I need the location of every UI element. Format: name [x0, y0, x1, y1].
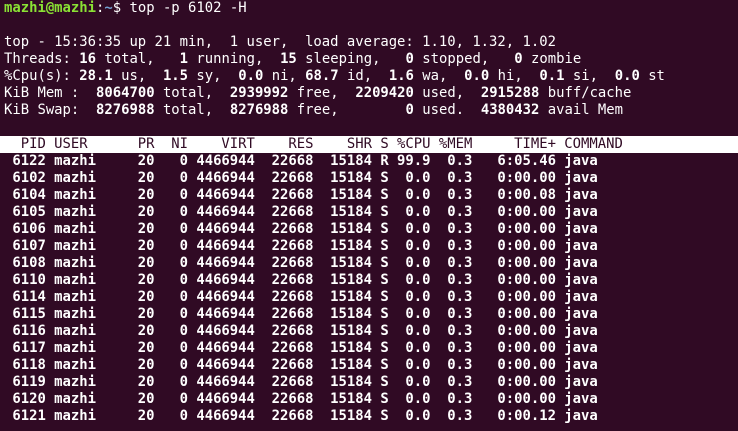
table-row[interactable]: 6118 mazhi 20 0 4466944 22668 15184 S 0.…	[4, 357, 734, 374]
table-row[interactable]: 6120 mazhi 20 0 4466944 22668 15184 S 0.…	[4, 391, 734, 408]
threads-zombie-label: zombie	[531, 51, 582, 67]
cpu-label: %Cpu(s):	[4, 68, 71, 84]
swap-avail: 4380432	[480, 102, 540, 118]
mem-total-label: total,	[162, 85, 214, 101]
table-row[interactable]: 6105 mazhi 20 0 4466944 22668 15184 S 0.…	[4, 204, 734, 221]
shell-prompt-line: mazhi@mazhi:~$ top -p 6102 -H	[4, 0, 734, 17]
uptime-load-line: top - 15:36:35 up 21 min, 1 user, load a…	[4, 34, 556, 50]
mem-total: 8064700	[96, 85, 155, 101]
thread-table-body: 6122 mazhi 20 0 4466944 22668 15184 R 99…	[4, 153, 734, 425]
swap-free-label: free,	[296, 102, 339, 118]
swap-total: 8276988	[96, 102, 155, 118]
cpu-st: 0.0	[614, 68, 640, 84]
prompt-path: ~	[104, 0, 113, 16]
cpu-us-label: us,	[121, 68, 147, 84]
threads-stopped-label: stopped,	[422, 51, 490, 67]
threads-zombie: 0	[514, 51, 523, 67]
swap-summary-line: KiB Swap: 8276988 total, 8276988 free, 0…	[4, 102, 734, 119]
cpu-ni-label: ni,	[271, 68, 297, 84]
mem-buff-label: buff/cache	[547, 85, 632, 101]
threads-label: Threads:	[4, 51, 71, 67]
cpu-hi: 0.0	[464, 68, 490, 84]
cpu-si: 0.1	[539, 68, 565, 84]
threads-total-label: total,	[104, 51, 155, 67]
cpu-id: 68.7	[305, 68, 339, 84]
prompt-user-host: mazhi@mazhi	[4, 0, 96, 16]
swap-avail-label: avail Mem	[547, 102, 624, 118]
table-row[interactable]: 6121 mazhi 20 0 4466944 22668 15184 S 0.…	[4, 408, 734, 425]
swap-free: 8276988	[229, 102, 289, 118]
cpu-ni: 0.0	[238, 68, 264, 84]
prompt-dollar: $	[112, 0, 122, 16]
swap-used-label: used.	[422, 102, 465, 118]
mem-buff: 2915288	[480, 85, 540, 101]
terminal-window[interactable]: mazhi@mazhi:~$ top -p 6102 -H top - 15:3…	[0, 0, 738, 431]
threads-sleeping: 15	[280, 51, 297, 67]
threads-stopped: 0	[405, 51, 414, 67]
cpu-summary-line: %Cpu(s): 28.1 us, 1.5 sy, 0.0 ni, 68.7 i…	[4, 68, 734, 85]
threads-running-label: running,	[196, 51, 264, 67]
threads-running: 1	[179, 51, 189, 67]
table-row[interactable]: 6115 mazhi 20 0 4466944 22668 15184 S 0.…	[4, 306, 734, 323]
cpu-sy: 1.5	[162, 68, 189, 84]
swap-total-label: total,	[162, 102, 214, 118]
mem-free-label: free,	[296, 85, 339, 101]
mem-summary-line: KiB Mem : 8064700 total, 2939992 free, 2…	[4, 85, 734, 102]
table-row[interactable]: 6108 mazhi 20 0 4466944 22668 15184 S 0.…	[4, 255, 734, 272]
table-row[interactable]: 6122 mazhi 20 0 4466944 22668 15184 R 99…	[4, 153, 734, 170]
table-row[interactable]: 6107 mazhi 20 0 4466944 22668 15184 S 0.…	[4, 238, 734, 255]
threads-sleeping-label: sleeping,	[305, 51, 381, 67]
mem-label: KiB Mem :	[4, 85, 80, 101]
mem-used: 2209420	[355, 85, 414, 101]
swap-label: KiB Swap:	[4, 102, 80, 118]
table-row[interactable]: 6119 mazhi 20 0 4466944 22668 15184 S 0.…	[4, 374, 734, 391]
table-row[interactable]: 6104 mazhi 20 0 4466944 22668 15184 S 0.…	[4, 187, 734, 204]
table-row[interactable]: 6114 mazhi 20 0 4466944 22668 15184 S 0.…	[4, 289, 734, 306]
table-row[interactable]: 6102 mazhi 20 0 4466944 22668 15184 S 0.…	[4, 170, 734, 187]
cpu-us: 28.1	[79, 68, 113, 84]
cpu-id-label: id,	[347, 68, 373, 84]
cpu-wa: 1.6	[388, 68, 414, 84]
cpu-st-label: st	[648, 68, 665, 84]
threads-summary-line: Threads: 16 total, 1 running, 15 sleepin…	[4, 51, 734, 68]
table-row[interactable]: 6117 mazhi 20 0 4466944 22668 15184 S 0.…	[4, 340, 734, 357]
threads-total: 16	[79, 51, 97, 67]
cpu-si-label: si,	[572, 68, 598, 84]
cpu-wa-label: wa,	[422, 68, 448, 84]
table-row[interactable]: 6106 mazhi 20 0 4466944 22668 15184 S 0.…	[4, 221, 734, 238]
swap-used: 0	[405, 102, 414, 118]
prompt-command: top -p 6102 -H	[121, 0, 247, 16]
table-header: PID USER PR NI VIRT RES SHR S %CPU %MEM …	[0, 136, 738, 153]
mem-used-label: used,	[422, 85, 465, 101]
table-row[interactable]: 6116 mazhi 20 0 4466944 22668 15184 S 0.…	[4, 323, 734, 340]
cpu-hi-label: hi,	[497, 68, 523, 84]
cpu-sy-label: sy,	[196, 68, 222, 84]
table-row[interactable]: 6110 mazhi 20 0 4466944 22668 15184 S 0.…	[4, 272, 734, 289]
mem-free: 2939992	[229, 85, 289, 101]
